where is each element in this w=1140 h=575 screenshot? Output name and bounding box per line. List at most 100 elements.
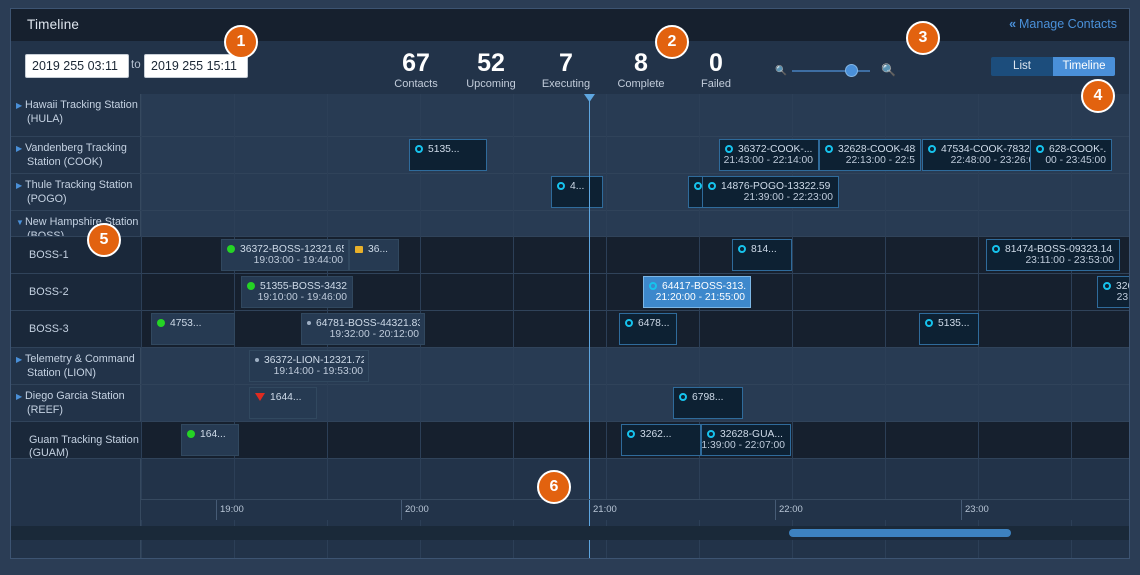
station-row-diego-garcia-station-reef-[interactable]: ▶ Diego Garcia Station (REEF) xyxy=(11,385,141,422)
end-date-input[interactable]: 2019 255 15:11 xyxy=(144,54,248,78)
axis-tick-label: 23:00 xyxy=(965,504,989,515)
view-mode-list-button[interactable]: List xyxy=(991,57,1053,76)
contact-block[interactable]: 1644... xyxy=(249,387,317,419)
station-label: Hawaii Tracking Station xyxy=(25,99,138,111)
complete-status-icon xyxy=(247,282,255,291)
axis-tick xyxy=(961,500,962,520)
contact-title-text: 36... xyxy=(368,244,389,255)
station-label: Diego Garcia Station xyxy=(25,390,125,402)
time-axis: 19:00 20:00 21:00 22:00 23:00 xyxy=(141,499,1129,520)
contact-block[interactable]: 4... xyxy=(551,176,603,208)
contact-block[interactable]: 5135... xyxy=(409,139,487,171)
contact-title-text: 81474-BOSS-09323.14 xyxy=(1005,244,1113,255)
contact-time-range: 22:48:00 - 23:26:00 xyxy=(950,155,1040,166)
chevron-right-icon[interactable]: ▶ xyxy=(16,354,25,367)
failed-status-icon xyxy=(255,393,265,402)
station-label: Vandenberg Tracking xyxy=(25,142,127,154)
contact-block[interactable]: 32628-GUA... 21:39:00 - 22:07:00 xyxy=(701,424,791,456)
contact-block[interactable]: 628-COOK-... 00 - 23:45:00 xyxy=(1030,139,1112,171)
contact-block[interactable]: 3262... xyxy=(621,424,701,456)
contact-block[interactable]: 4753... xyxy=(151,313,235,345)
annotation-badge-2: 2 xyxy=(655,25,689,59)
contact-block[interactable]: 81474-BOSS-09323.14 23:11:00 - 23:53:00 xyxy=(986,239,1120,271)
contact-block[interactable]: 64417-BOSS-313... 21:20:00 - 21:55:00 xyxy=(643,276,751,308)
contact-title: 628-COOK-... xyxy=(1036,144,1107,155)
complete-status-icon xyxy=(227,245,235,254)
start-date-input[interactable]: 2019 255 03:11 xyxy=(25,54,129,78)
contact-block[interactable]: 164... xyxy=(181,424,239,456)
contact-title-text: 6798... xyxy=(692,392,724,403)
zoom-out-icon[interactable]: 🔍 xyxy=(775,65,787,75)
contact-title: 164... xyxy=(187,429,234,440)
lane-track xyxy=(141,94,1129,137)
stat-executing: 7 Executing xyxy=(531,49,601,91)
lane-track xyxy=(141,174,1129,211)
contact-block[interactable]: 5135... xyxy=(919,313,979,345)
contact-title: 6478... xyxy=(625,318,672,329)
chevron-right-icon[interactable]: ▶ xyxy=(16,180,25,193)
station-row-new-hampshire-station-boss-[interactable]: ▼New Hampshire Station (BOSS) xyxy=(11,211,141,237)
zoom-in-icon[interactable]: 🔍 xyxy=(881,64,896,77)
contact-block[interactable]: 3262823:44:0 xyxy=(1097,276,1129,308)
horizontal-scrollbar[interactable] xyxy=(11,526,1129,540)
contact-block[interactable]: 6478... xyxy=(619,313,677,345)
chevron-right-icon[interactable]: ▶ xyxy=(16,391,25,404)
zoom-slider-knob[interactable] xyxy=(845,64,858,77)
contact-block[interactable]: 36372-LION-12321.72 19:14:00 - 19:53:00 xyxy=(249,350,369,382)
station-label: BOSS-2 xyxy=(29,286,69,298)
contact-block[interactable]: 36... xyxy=(349,239,399,271)
station-row-guam-tracking-station-guam-[interactable]: Guam Tracking Station (GUAM) xyxy=(11,422,141,459)
axis-tick xyxy=(401,500,402,520)
annotation-badge-5: 5 xyxy=(87,223,121,257)
titlebar: Timeline «Manage Contacts xyxy=(11,9,1129,41)
double-chevron-left-icon: « xyxy=(1009,17,1017,31)
contact-block[interactable]: 51355-BOSS-3432... 19:10:00 - 19:46:00 xyxy=(241,276,353,308)
stat-contacts: 67 Contacts xyxy=(381,49,451,91)
contact-block[interactable]: 36372-BOSS-12321.65 19:03:00 - 19:44:00 xyxy=(221,239,349,271)
station-row-telemetry-command-station-lion-[interactable]: ▶ Telemetry & Command Station (LION) xyxy=(11,348,141,385)
executing-status-icon xyxy=(1036,145,1044,154)
station-row-hawaii-tracking-station-hula-[interactable]: ▶ Hawaii Tracking Station (HULA) xyxy=(11,94,141,137)
station-label-line2: (POGO) xyxy=(27,192,67,205)
contact-title: 5135... xyxy=(925,318,974,329)
executing-status-icon xyxy=(925,319,933,328)
contact-time-range: 23:44:0 xyxy=(1116,292,1129,303)
chevron-right-icon[interactable]: ▶ xyxy=(16,143,25,156)
contact-block[interactable]: 36372-COOK-... 21:43:00 - 22:14:00 xyxy=(719,139,819,171)
contact-block[interactable]: 64781-BOSS-44321.83 19:32:00 - 20:12:00 xyxy=(301,313,425,345)
grid-column-separator xyxy=(141,94,142,558)
stat-label: Complete xyxy=(617,78,665,90)
scrollbar-thumb[interactable] xyxy=(789,529,1011,537)
grid-column-separator xyxy=(699,94,700,558)
station-label-line2: (HULA) xyxy=(27,112,63,125)
zoom-slider[interactable]: 🔍 🔍 xyxy=(774,63,896,79)
view-mode-timeline-button[interactable]: Timeline xyxy=(1053,57,1115,76)
contact-title-text: 36372-COOK-... xyxy=(738,144,813,155)
executing-status-icon xyxy=(707,430,715,439)
contact-title-text: 32628 xyxy=(1116,281,1129,292)
manage-contacts-link[interactable]: «Manage Contacts xyxy=(1009,17,1117,31)
contact-title: 51355-BOSS-3432... xyxy=(247,281,348,292)
station-row-thule-tracking-station-pogo-[interactable]: ▶ Thule Tracking Station (POGO) xyxy=(11,174,141,211)
station-row-vandenberg-tracking-station-cook-[interactable]: ▶ Vandenberg Tracking Station (COOK) xyxy=(11,137,141,174)
chevron-down-icon[interactable]: ▼ xyxy=(16,217,25,230)
contact-time-range: 22:13:00 - 22:5 xyxy=(845,155,915,166)
contact-title-text: 164... xyxy=(200,429,226,440)
date-range-separator-label: to xyxy=(131,59,141,71)
contact-title-text: 47534-COOK-78323... xyxy=(941,144,1041,155)
contact-block[interactable]: 14876-POGO-13322.59 21:39:00 - 22:23:00 xyxy=(702,176,839,208)
station-label: Thule Tracking Station xyxy=(25,179,133,191)
stat-label: Contacts xyxy=(394,78,438,90)
chevron-right-icon[interactable]: ▶ xyxy=(16,100,25,113)
zoom-slider-track[interactable] xyxy=(792,70,870,72)
station-row-boss-3[interactable]: BOSS-3 xyxy=(11,311,141,348)
contact-block[interactable]: 6798... xyxy=(673,387,743,419)
station-label-line2: Station (COOK) xyxy=(27,155,103,168)
contact-block[interactable]: 47534-COOK-78323... 22:48:00 - 23:26:00 xyxy=(922,139,1046,171)
contact-title: 3262... xyxy=(627,429,696,440)
station-row-boss-1[interactable]: BOSS-1 xyxy=(11,237,141,274)
station-row-boss-2[interactable]: BOSS-2 xyxy=(11,274,141,311)
station-label: Telemetry & Command xyxy=(25,353,135,365)
contact-block[interactable]: 32628-COOK-48322.722:13:00 - 22:5 xyxy=(819,139,921,171)
contact-block[interactable]: 814... xyxy=(732,239,792,271)
